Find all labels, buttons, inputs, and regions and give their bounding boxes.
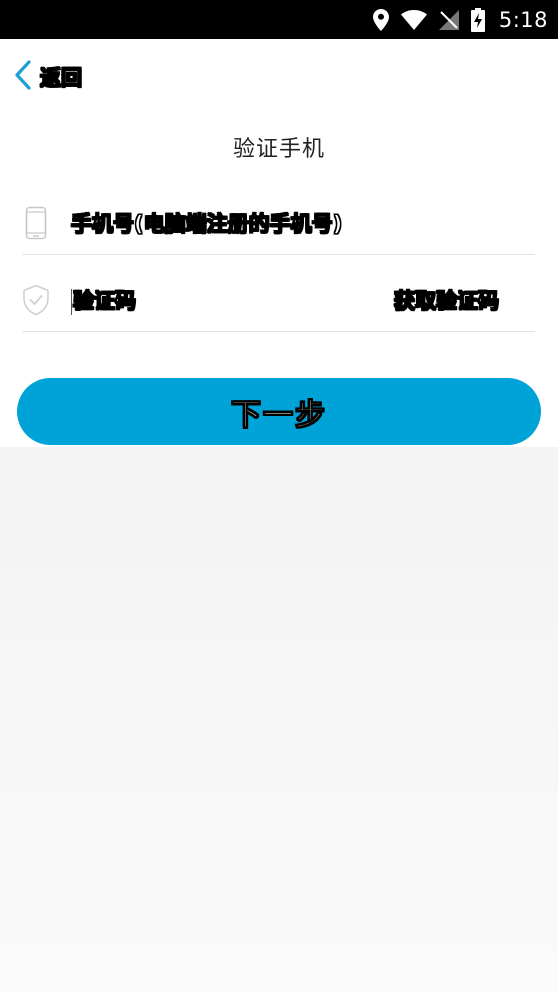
empty-area [0,447,558,992]
phone-icon [22,206,50,240]
main-content: 返回 验证手机 手机号(电脑端注册的手机号) 验证码 获取验证码 下一步 [0,39,558,447]
back-button[interactable]: 返回 [14,57,83,97]
code-row: 验证码 获取验证码 [22,269,535,332]
battery-charging-icon [470,7,485,32]
location-icon [372,8,389,31]
page-title: 验证手机 [232,137,325,162]
text-cursor [71,289,72,315]
wifi-icon [400,9,427,30]
next-button[interactable]: 下一步 [17,378,541,445]
status-bar: 5:18 [0,0,558,39]
shield-check-icon [22,283,50,317]
back-label: 返回 [40,66,83,91]
get-code-button[interactable]: 获取验证码 [394,285,500,315]
next-label: 下一步 [231,397,327,433]
status-icons: 5:18 [372,0,548,39]
chevron-left-icon [14,60,32,94]
phone-row: 手机号(电脑端注册的手机号) [22,192,535,255]
status-time: 5:18 [498,7,548,32]
phone-input[interactable]: 手机号(电脑端注册的手机号) [71,208,535,238]
code-placeholder: 验证码 [73,289,137,314]
no-signal-icon [438,9,459,30]
